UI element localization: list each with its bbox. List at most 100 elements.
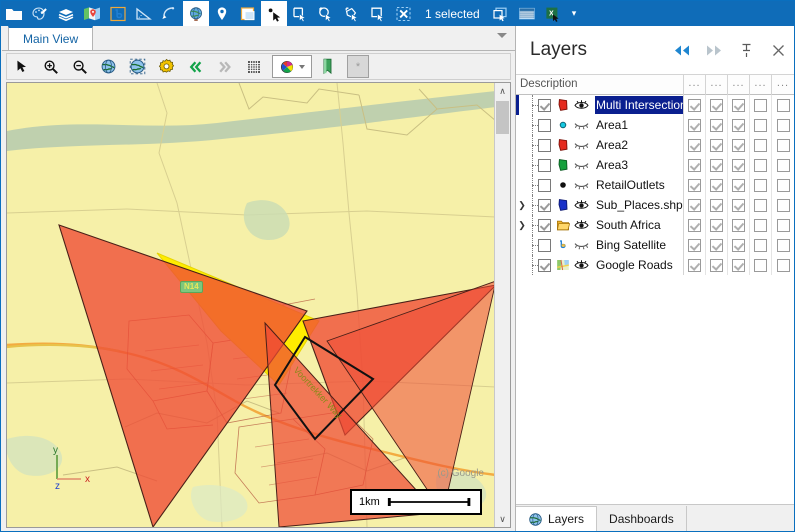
scrollbar-thumb[interactable] — [496, 101, 509, 134]
layer-option-cell-3[interactable] — [728, 235, 750, 255]
layer-option-checkbox[interactable] — [732, 118, 745, 132]
layer-option-cell-1[interactable] — [684, 255, 706, 275]
layer-option-cell-1[interactable] — [684, 115, 706, 135]
next-extent-icon[interactable] — [210, 54, 239, 79]
column-header-2[interactable]: ... — [706, 74, 728, 95]
select-box-icon[interactable] — [365, 1, 391, 26]
layer-option-checkbox[interactable] — [688, 258, 701, 272]
measure-angle-icon[interactable] — [131, 1, 157, 26]
layer-row-main[interactable]: Area2 — [516, 135, 683, 155]
map-canvas[interactable]: N14 Voortrekker Way y x z (c) Google 1km — [7, 83, 496, 527]
layer-option-cell-3[interactable] — [728, 115, 750, 135]
layer-option-cell-1[interactable] — [684, 215, 706, 235]
eye-closed-icon[interactable] — [573, 137, 590, 153]
eye-open-icon[interactable] — [573, 217, 590, 233]
layer-option-cell-5[interactable] — [772, 255, 794, 275]
layer-option-checkbox[interactable] — [776, 98, 790, 112]
eye-closed-icon[interactable] — [573, 117, 590, 133]
layer-option-cell-4[interactable] — [750, 235, 772, 255]
expand-arrow-icon[interactable]: ❯ — [516, 215, 528, 235]
layer-option-cell-5[interactable] — [772, 95, 794, 115]
layer-option-checkbox[interactable] — [710, 138, 723, 152]
globe-layer-icon[interactable] — [123, 54, 152, 79]
collapse-right-icon[interactable] — [698, 32, 730, 68]
layer-visibility-checkbox[interactable] — [538, 218, 551, 232]
layer-option-cell-2[interactable] — [706, 235, 728, 255]
layer-option-checkbox[interactable] — [754, 138, 767, 152]
eye-open-icon[interactable] — [573, 257, 590, 273]
layer-option-checkbox[interactable] — [732, 258, 745, 272]
copy-selection-icon[interactable] — [488, 1, 514, 26]
export-excel-icon[interactable]: X — [540, 1, 566, 26]
layer-option-checkbox[interactable] — [776, 158, 790, 172]
layer-row[interactable]: RetailOutlets — [516, 175, 794, 195]
layer-option-cell-4[interactable] — [750, 195, 772, 215]
layer-option-cell-3[interactable] — [728, 195, 750, 215]
layer-option-cell-3[interactable] — [728, 175, 750, 195]
layer-option-cell-5[interactable] — [772, 235, 794, 255]
asterisk-button[interactable]: * — [347, 55, 369, 78]
layer-row-main[interactable]: Bing Satellite — [516, 235, 683, 255]
pointer-tool-icon[interactable] — [7, 54, 36, 79]
layer-option-checkbox[interactable] — [710, 118, 723, 132]
layer-row[interactable]: Area3 — [516, 155, 794, 175]
layer-option-cell-1[interactable] — [684, 95, 706, 115]
eye-open-icon[interactable] — [573, 197, 590, 213]
layer-option-cell-4[interactable] — [750, 175, 772, 195]
layer-option-cell-5[interactable] — [772, 195, 794, 215]
layer-option-cell-4[interactable] — [750, 95, 772, 115]
layer-row[interactable]: ❯ Sub_Places.shp — [516, 195, 794, 215]
layer-option-cell-3[interactable] — [728, 255, 750, 275]
layer-option-cell-1[interactable] — [684, 175, 706, 195]
eye-closed-icon[interactable] — [573, 177, 590, 193]
layer-visibility-checkbox[interactable] — [538, 138, 551, 152]
map-view[interactable]: N14 Voortrekker Way y x z (c) Google 1km — [6, 82, 511, 528]
bing-logo-icon[interactable] — [105, 1, 131, 26]
layer-row-main[interactable]: ❯ South Africa — [516, 215, 683, 235]
layer-option-checkbox[interactable] — [688, 218, 701, 232]
scroll-down-arrow-icon[interactable]: ∨ — [495, 511, 510, 527]
layer-option-cell-2[interactable] — [706, 195, 728, 215]
layer-option-cell-2[interactable] — [706, 135, 728, 155]
column-header-description[interactable]: Description — [516, 74, 684, 95]
layer-option-checkbox[interactable] — [688, 98, 701, 112]
open-folder-icon[interactable] — [1, 1, 27, 26]
layer-option-cell-4[interactable] — [750, 135, 772, 155]
layer-option-checkbox[interactable] — [732, 218, 745, 232]
layer-option-cell-4[interactable] — [750, 115, 772, 135]
layer-visibility-checkbox[interactable] — [538, 258, 551, 272]
layer-option-checkbox[interactable] — [754, 118, 767, 132]
previous-extent-icon[interactable] — [181, 54, 210, 79]
layer-option-checkbox[interactable] — [710, 158, 723, 172]
layer-option-cell-1[interactable] — [684, 135, 706, 155]
layer-row-main[interactable]: Google Roads — [516, 255, 683, 275]
layer-option-cell-3[interactable] — [728, 135, 750, 155]
layer-option-checkbox[interactable] — [710, 238, 723, 252]
window-icon[interactable] — [235, 1, 261, 26]
layer-option-checkbox[interactable] — [710, 198, 723, 212]
zoom-in-icon[interactable] — [36, 54, 65, 79]
layer-visibility-checkbox[interactable] — [538, 98, 551, 112]
layers-tree[interactable]: Multi Intersection Layer Area1 Area2 Area3 R… — [516, 95, 794, 506]
select-rect-icon[interactable] — [287, 1, 313, 26]
layer-option-checkbox[interactable] — [688, 158, 701, 172]
layer-visibility-checkbox[interactable] — [538, 178, 551, 192]
ribbon-overflow-caret[interactable]: ▾ — [566, 8, 587, 19]
layer-option-cell-3[interactable] — [728, 155, 750, 175]
close-panel-icon[interactable] — [762, 32, 794, 68]
tabstrip-overflow-caret[interactable] — [497, 33, 507, 38]
layer-option-checkbox[interactable] — [754, 198, 767, 212]
layer-option-checkbox[interactable] — [732, 198, 745, 212]
layer-option-checkbox[interactable] — [732, 238, 745, 252]
select-polygon-icon[interactable] — [339, 1, 365, 26]
layer-option-checkbox[interactable] — [710, 218, 723, 232]
map-vertical-scrollbar[interactable]: ∧ ∨ — [494, 83, 510, 527]
column-header-5[interactable]: ... — [772, 74, 794, 95]
column-header-4[interactable]: ... — [750, 74, 772, 95]
layer-option-cell-2[interactable] — [706, 115, 728, 135]
layer-option-checkbox[interactable] — [754, 238, 767, 252]
layer-option-cell-1[interactable] — [684, 155, 706, 175]
map-pin-icon[interactable] — [79, 1, 105, 26]
layer-row-main[interactable]: ❯ Sub_Places.shp — [516, 195, 683, 215]
layer-option-checkbox[interactable] — [776, 138, 790, 152]
